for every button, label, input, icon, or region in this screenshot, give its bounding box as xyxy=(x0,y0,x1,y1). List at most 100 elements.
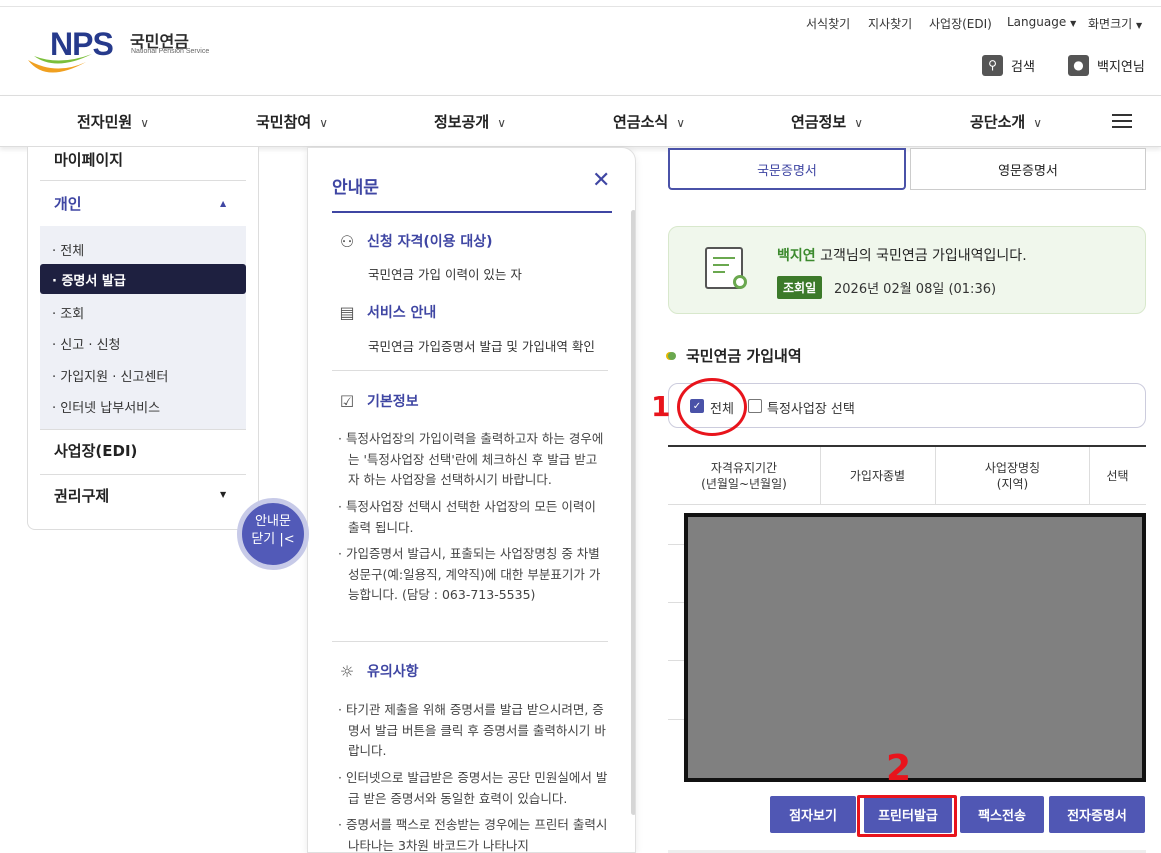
nav-label: 연금소식 xyxy=(613,113,669,131)
nav-label: 연금정보 xyxy=(791,113,847,131)
document-search-icon xyxy=(705,247,747,289)
section-title-text: 국민연금 가입내역 xyxy=(686,347,802,365)
search-icon: ⚲ xyxy=(982,54,1003,76)
nav-label: 전자민원 xyxy=(77,113,133,131)
greeting-text: 백지연 고객님의 국민연금 가입내역입니다. xyxy=(777,245,1027,265)
screen-size-label: 화면크기 xyxy=(1088,17,1133,31)
search-button[interactable]: ⚲ 검색 xyxy=(982,54,1035,76)
search-label: 검색 xyxy=(1011,59,1035,75)
greeting-name: 백지연 xyxy=(777,248,816,264)
notice-close-button[interactable]: 안내문 닫기 |< xyxy=(237,498,309,570)
sidebar-divider xyxy=(40,429,246,430)
caret-down-icon: ▼ xyxy=(1136,21,1143,30)
user-icon: ● xyxy=(1068,54,1089,76)
document-icon: ▤ xyxy=(339,302,355,322)
user-label: 백지연님 xyxy=(1097,59,1145,75)
lightbulb-icon: ☼ xyxy=(339,661,355,681)
tab-english-certificate[interactable]: 영문증명서 xyxy=(910,148,1146,190)
sidebar: 마이페이지 개인 ▲ · 전체 · 증명서 발급 · 조회 · 신고 · 신청 … xyxy=(27,147,259,530)
util-link-edi[interactable]: 사업장(EDI) xyxy=(929,15,992,32)
notice-title-underline xyxy=(332,211,612,213)
nav-label: 정보공개 xyxy=(434,113,490,131)
nav-item-disclosure[interactable]: 정보공개 ∨ xyxy=(434,111,506,132)
chevron-down-icon: ∨ xyxy=(1033,116,1042,130)
notice-basic-bullet: · 특정사업장의 가입이력을 출력하고자 하는 경우에는 '특정사업장 선택'란… xyxy=(338,431,604,487)
sidebar-item-certificate[interactable]: · 증명서 발급 xyxy=(40,264,246,294)
caret-down-icon: ▼ xyxy=(220,490,227,499)
chevron-down-icon: ∨ xyxy=(854,116,863,130)
notice-basic-bullet: · 가입증명서 발급시, 표출되는 사업장명칭 중 차별성문구(예:일용직, 계… xyxy=(338,546,601,602)
user-button[interactable]: ● 백지연님 xyxy=(1068,54,1145,76)
column-header-workplace: 사업장명칭 (지역) xyxy=(984,461,1041,491)
nav-item-pension-info[interactable]: 연금정보 ∨ xyxy=(791,111,863,132)
nav-item-e-petition[interactable]: 전자민원 ∨ xyxy=(77,111,149,132)
section-title: 서비스 안내 xyxy=(367,305,437,321)
checkbox-icon: ☑ xyxy=(339,391,355,411)
notice-panel: 안내문 ✕ ⚇ 신청 자격(이용 대상) 국민연금 가입 이력이 있는 자 ▤ 서비… xyxy=(307,147,636,853)
sidebar-item-payment[interactable]: · 인터넷 납부서비스 xyxy=(52,397,160,416)
fax-send-button[interactable]: 팩스전송 xyxy=(960,796,1044,833)
tab-korean-certificate[interactable]: 국문증명서 xyxy=(668,148,906,190)
sidebar-item-support[interactable]: · 가입지원 · 신고센터 xyxy=(52,366,168,385)
notice-divider xyxy=(332,370,608,371)
section-title: 신청 자격(이용 대상) xyxy=(367,234,493,250)
person-icon: ⚇ xyxy=(339,231,355,251)
notice-section-caution: ☼ 유의사항 xyxy=(338,661,419,681)
chevron-down-icon: ∨ xyxy=(497,116,506,130)
nav-item-participation[interactable]: 국민참여 ∨ xyxy=(256,111,328,132)
notice-section-basic: ☑ 기본정보 xyxy=(338,391,419,411)
logo-nps-text: NPS xyxy=(50,26,114,62)
notice-caution-bullet: · 인터넷으로 발급받은 증명서는 공단 민원실에서 발급 받은 증명서와 동일… xyxy=(338,770,608,806)
column-header-select: 선택 xyxy=(1106,469,1129,483)
util-link-language[interactable]: Language ▼ xyxy=(1007,15,1076,29)
util-link-forms[interactable]: 서식찾기 xyxy=(806,15,850,32)
nav-item-news[interactable]: 연금소식 ∨ xyxy=(613,111,685,132)
chevron-down-icon: ∨ xyxy=(676,116,685,130)
greeting-rest: 고객님의 국민연금 가입내역입니다. xyxy=(815,248,1027,264)
notice-section-eligibility: ⚇ 신청 자격(이용 대상) xyxy=(338,231,493,251)
redacted-table-body xyxy=(684,513,1146,782)
bullet-dot-icon xyxy=(668,351,676,360)
close-button-line2: 닫기 |< xyxy=(251,532,295,547)
chevron-down-icon: ∨ xyxy=(319,116,328,130)
e-certificate-button[interactable]: 전자증명서 xyxy=(1049,796,1145,833)
notice-basic-bullet: · 특정사업장 선택시 선택한 사업장의 모든 이력이 출력 됩니다. xyxy=(338,499,596,535)
annotation-number-1: 1 xyxy=(651,390,671,423)
nav-label: 공단소개 xyxy=(970,113,1026,131)
sidebar-divider xyxy=(40,474,246,475)
sidebar-item-report[interactable]: · 신고 · 신청 xyxy=(52,334,121,353)
annotation-number-2: 2 xyxy=(886,748,912,789)
util-link-screen-size[interactable]: 화면크기 ▼ xyxy=(1088,15,1142,32)
logo-english-text: National Pension Service xyxy=(131,48,210,55)
query-date: 2026년 02월 08일 (01:36) xyxy=(834,282,997,297)
notice-title: 안내문 xyxy=(332,178,379,198)
checkbox-specific-label[interactable]: 특정사업장 선택 xyxy=(767,398,855,417)
sidebar-rights[interactable]: 권리구제 xyxy=(54,485,109,506)
close-icon[interactable]: ✕ xyxy=(592,168,610,193)
section-title: 기본정보 xyxy=(367,394,419,410)
sidebar-item-inquiry[interactable]: · 조회 xyxy=(52,303,84,322)
sidebar-edi[interactable]: 사업장(EDI) xyxy=(54,440,137,461)
notice-eligibility-text: 국민연금 가입 이력이 있는 자 xyxy=(368,267,522,282)
menu-hamburger-icon[interactable] xyxy=(1112,114,1132,128)
notice-scrollbar[interactable] xyxy=(631,210,635,815)
caret-down-icon: ▼ xyxy=(1070,19,1077,28)
sidebar-group-personal[interactable]: 개인 xyxy=(54,193,82,214)
nps-logo[interactable]: NPS 국민연금 National Pension Service xyxy=(26,26,216,76)
notice-caution-bullet: · 타기관 제출을 위해 증명서를 발급 받으시려면, 증명서 발급 버튼을 클… xyxy=(338,702,606,758)
language-label: Language xyxy=(1007,15,1067,29)
sidebar-item-all[interactable]: · 전체 xyxy=(52,240,84,259)
nav-item-about[interactable]: 공단소개 ∨ xyxy=(970,111,1042,132)
sidebar-mypage[interactable]: 마이페이지 xyxy=(54,149,123,170)
annotation-circle-1 xyxy=(677,378,747,436)
util-link-branch[interactable]: 지사찾기 xyxy=(868,15,912,32)
column-header-type: 가입자종별 xyxy=(849,469,906,483)
braille-view-button[interactable]: 점자보기 xyxy=(770,796,856,833)
annotation-box-2 xyxy=(857,795,957,837)
section-title-history: 국민연금 가입내역 xyxy=(668,345,802,366)
notice-divider xyxy=(332,641,608,642)
global-nav: 전자민원 ∨ 국민참여 ∨ 정보공개 ∨ 연금소식 ∨ 연금정보 ∨ 공단소개 ∨ xyxy=(0,95,1161,147)
notice-section-service: ▤ 서비스 안내 xyxy=(338,302,436,322)
chevron-down-icon: ∨ xyxy=(140,116,149,130)
checkbox-specific[interactable] xyxy=(748,399,762,413)
